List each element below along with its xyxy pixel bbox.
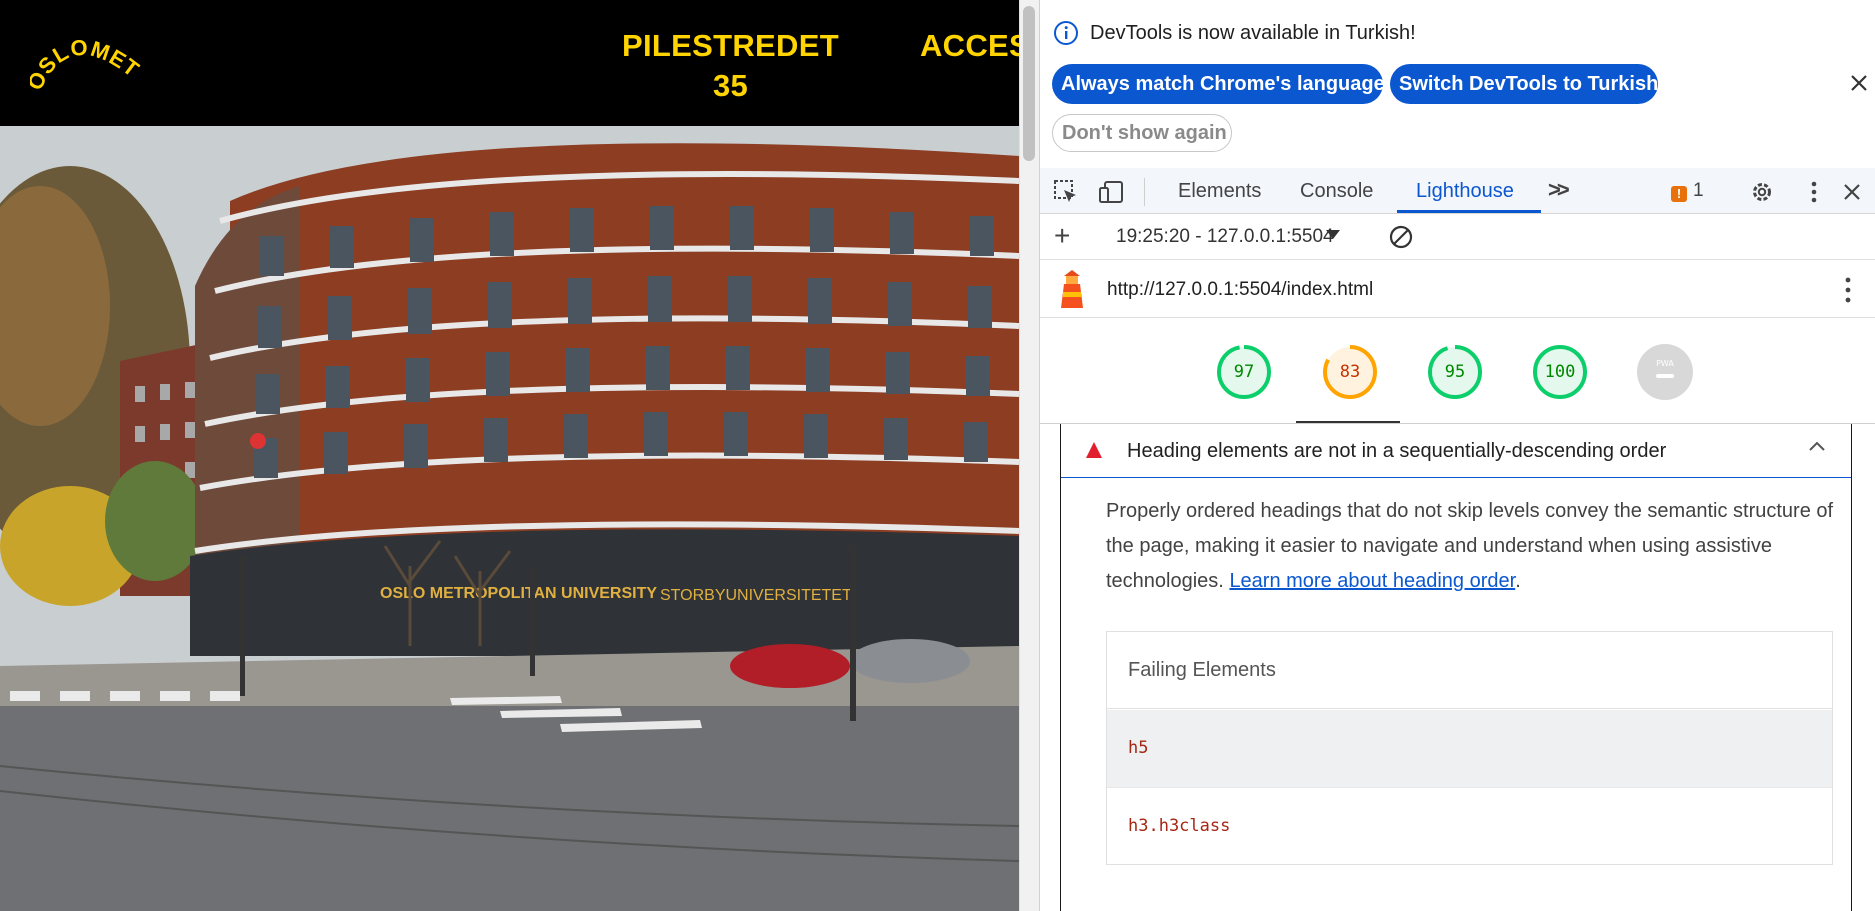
inspect-element-icon[interactable]: [1052, 178, 1080, 206]
gauge-accessibility[interactable]: 83: [1322, 344, 1378, 400]
gauge-value: 95: [1444, 362, 1466, 382]
issues-count: 1: [1693, 180, 1704, 201]
more-options-icon[interactable]: [1800, 178, 1828, 206]
gauge-value: 100: [1544, 362, 1576, 382]
nav-item-pilestredet[interactable]: PILESTREDET 35: [618, 26, 843, 106]
gauge-performance[interactable]: 97: [1216, 344, 1272, 400]
table-row[interactable]: h3.h3class: [1107, 787, 1832, 864]
score-gauges: 97 83 95 100 PWA: [1040, 318, 1875, 424]
chevron-down-icon[interactable]: [1326, 230, 1340, 239]
pwa-label: PWA: [1656, 359, 1674, 368]
devtools-panel: DevTools is now available in Turkish! Al…: [1039, 0, 1875, 911]
report-url-bar: http://127.0.0.1:5504/index.html: [1040, 260, 1875, 318]
issues-counter[interactable]: ! 1: [1671, 180, 1704, 204]
logo-text: OSLOMET: [30, 35, 143, 94]
switch-to-turkish-button[interactable]: Switch DevTools to Turkish: [1390, 64, 1658, 104]
audit-title: Heading elements are not in a sequential…: [1127, 440, 1667, 462]
audit-panel: Heading elements are not in a sequential…: [1060, 424, 1852, 911]
always-match-language-button[interactable]: Always match Chrome's language: [1052, 64, 1385, 104]
device-toolbar-icon[interactable]: [1098, 178, 1126, 206]
language-infobar: DevTools is now available in Turkish! Al…: [1040, 0, 1875, 168]
audit-description-trailing: .: [1515, 570, 1521, 592]
more-tabs-icon[interactable]: >>: [1548, 177, 1570, 203]
nav-item-line1: ACCESS: [920, 28, 1019, 63]
chevron-up-icon[interactable]: [1806, 436, 1828, 458]
infobar-message: DevTools is now available in Turkish!: [1090, 22, 1416, 44]
devtools-toolbar: Elements Console Lighthouse >> ! 1: [1040, 168, 1875, 214]
gauge-best-practices[interactable]: 95: [1427, 344, 1483, 400]
failing-elements-table: Failing Elements h5 h3.h3class: [1106, 631, 1833, 865]
audit-description: Properly ordered headings that do not sk…: [1106, 494, 1836, 599]
tab-lighthouse[interactable]: Lighthouse: [1416, 168, 1514, 214]
nav-item-line2: 35: [712, 68, 749, 103]
learn-more-link[interactable]: Learn more about heading order: [1229, 570, 1515, 592]
hero-photo-building: OSLO METROPOLITAN UNIVERSITY STORBYUNIVE…: [0, 126, 1019, 911]
pwa-badge-icon: PWA: [1637, 344, 1693, 400]
toolbar-separator: [1144, 178, 1145, 206]
tab-console[interactable]: Console: [1300, 168, 1373, 214]
nav-item-access[interactable]: ACCESS: [920, 26, 1019, 66]
page-scrollbar-thumb[interactable]: [1023, 6, 1035, 161]
issue-icon: !: [1671, 186, 1687, 202]
dont-show-again-button[interactable]: Don't show again: [1052, 114, 1232, 152]
table-row[interactable]: h5: [1107, 710, 1832, 787]
svg-text:OSLOMET: OSLOMET: [30, 35, 144, 94]
hero-sign-secondary: STORBYUNIVERSITETET: [660, 587, 852, 604]
page-viewport: OSLOMET PILESTREDET 35 ACCESS: [0, 0, 1019, 911]
tab-elements[interactable]: Elements: [1178, 168, 1261, 214]
fail-triangle-icon: [1086, 442, 1102, 458]
nav-item-line1: PILESTREDET: [622, 28, 839, 63]
gauge-value: 97: [1233, 362, 1255, 382]
active-tab-indicator: [1397, 210, 1541, 213]
active-gauge-indicator: [1296, 421, 1400, 423]
gauge-value: 83: [1339, 362, 1361, 382]
table-header: Failing Elements: [1107, 632, 1832, 709]
report-menu-icon[interactable]: [1840, 274, 1856, 306]
new-report-icon[interactable]: +: [1054, 222, 1070, 250]
settings-gear-icon[interactable]: [1748, 178, 1776, 206]
lighthouse-toolbar: + 19:25:20 - 127.0.0.1:5504: [1040, 214, 1875, 260]
lighthouse-logo-icon: [1061, 270, 1083, 308]
report-selector[interactable]: 19:25:20 - 127.0.0.1:5504: [1116, 226, 1334, 248]
hero-sign-main: OSLO METROPOLITAN UNIVERSITY: [380, 585, 657, 602]
close-icon[interactable]: [1846, 70, 1872, 96]
gauge-pwa[interactable]: PWA: [1637, 344, 1693, 400]
site-header: OSLOMET PILESTREDET 35 ACCESS: [0, 0, 1019, 126]
gauge-seo[interactable]: 100: [1532, 344, 1588, 400]
oslomet-logo[interactable]: OSLOMET: [30, 30, 145, 100]
audit-header-heading-order[interactable]: Heading elements are not in a sequential…: [1061, 424, 1851, 478]
info-icon: [1054, 21, 1078, 45]
close-devtools-icon[interactable]: [1838, 178, 1866, 206]
clear-reports-icon[interactable]: [1388, 224, 1414, 250]
report-url: http://127.0.0.1:5504/index.html: [1107, 279, 1374, 300]
screen: OSLOMET PILESTREDET 35 ACCESS: [0, 0, 1875, 911]
